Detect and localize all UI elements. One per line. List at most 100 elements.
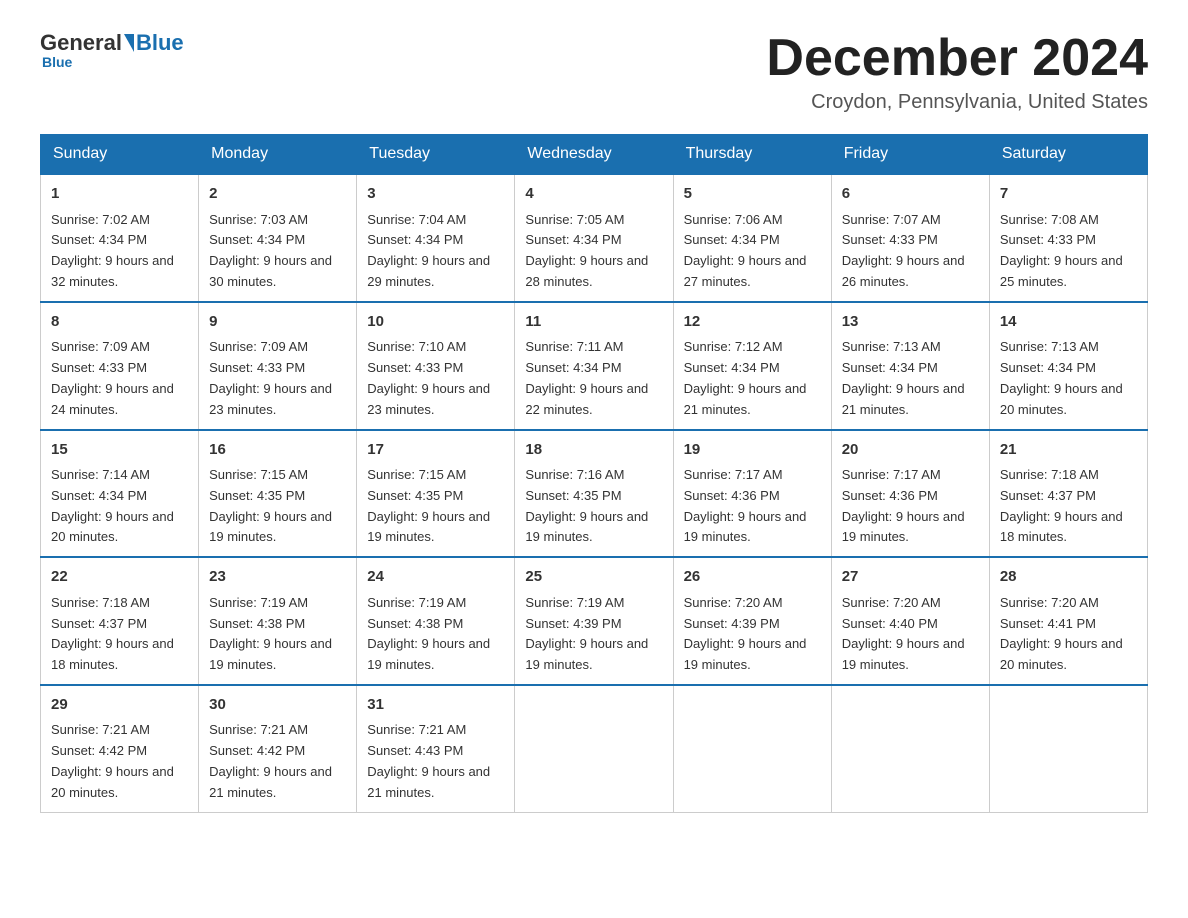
sunrise-label: Sunrise: 7:10 AM (367, 339, 466, 354)
week-row-4: 22 Sunrise: 7:18 AM Sunset: 4:37 PM Dayl… (41, 557, 1148, 685)
day-info: Sunrise: 7:15 AM Sunset: 4:35 PM Dayligh… (209, 465, 346, 548)
daylight-label: Daylight: 9 hours and 28 minutes. (525, 253, 648, 289)
calendar-cell: 15 Sunrise: 7:14 AM Sunset: 4:34 PM Dayl… (41, 430, 199, 558)
day-info: Sunrise: 7:03 AM Sunset: 4:34 PM Dayligh… (209, 210, 346, 293)
calendar-cell: 8 Sunrise: 7:09 AM Sunset: 4:33 PM Dayli… (41, 302, 199, 430)
calendar-cell: 9 Sunrise: 7:09 AM Sunset: 4:33 PM Dayli… (199, 302, 357, 430)
calendar-cell: 2 Sunrise: 7:03 AM Sunset: 4:34 PM Dayli… (199, 174, 357, 302)
sunrise-label: Sunrise: 7:15 AM (367, 467, 466, 482)
calendar-cell: 13 Sunrise: 7:13 AM Sunset: 4:34 PM Dayl… (831, 302, 989, 430)
sunset-label: Sunset: 4:39 PM (525, 616, 621, 631)
calendar-cell: 24 Sunrise: 7:19 AM Sunset: 4:38 PM Dayl… (357, 557, 515, 685)
day-number: 15 (51, 439, 188, 462)
sunset-label: Sunset: 4:37 PM (51, 616, 147, 631)
sunset-label: Sunset: 4:34 PM (525, 360, 621, 375)
day-info: Sunrise: 7:05 AM Sunset: 4:34 PM Dayligh… (525, 210, 662, 293)
day-info: Sunrise: 7:19 AM Sunset: 4:38 PM Dayligh… (367, 593, 504, 676)
day-info: Sunrise: 7:14 AM Sunset: 4:34 PM Dayligh… (51, 465, 188, 548)
calendar-cell: 20 Sunrise: 7:17 AM Sunset: 4:36 PM Dayl… (831, 430, 989, 558)
logo-general-text: General (40, 30, 122, 56)
calendar-cell: 3 Sunrise: 7:04 AM Sunset: 4:34 PM Dayli… (357, 174, 515, 302)
day-number: 11 (525, 311, 662, 334)
day-number: 18 (525, 439, 662, 462)
sunrise-label: Sunrise: 7:16 AM (525, 467, 624, 482)
sunrise-label: Sunrise: 7:08 AM (1000, 212, 1099, 227)
calendar-cell (515, 685, 673, 812)
day-number: 24 (367, 566, 504, 589)
sunrise-label: Sunrise: 7:07 AM (842, 212, 941, 227)
calendar-cell (989, 685, 1147, 812)
day-info: Sunrise: 7:09 AM Sunset: 4:33 PM Dayligh… (51, 337, 188, 420)
sunrise-label: Sunrise: 7:20 AM (684, 595, 783, 610)
calendar-cell: 25 Sunrise: 7:19 AM Sunset: 4:39 PM Dayl… (515, 557, 673, 685)
sunrise-label: Sunrise: 7:20 AM (842, 595, 941, 610)
sunrise-label: Sunrise: 7:11 AM (525, 339, 623, 354)
calendar-cell: 31 Sunrise: 7:21 AM Sunset: 4:43 PM Dayl… (357, 685, 515, 812)
sunset-label: Sunset: 4:34 PM (525, 232, 621, 247)
daylight-label: Daylight: 9 hours and 19 minutes. (525, 636, 648, 672)
daylight-label: Daylight: 9 hours and 30 minutes. (209, 253, 332, 289)
daylight-label: Daylight: 9 hours and 32 minutes. (51, 253, 174, 289)
title-area: December 2024 Croydon, Pennsylvania, Uni… (766, 30, 1148, 114)
sunset-label: Sunset: 4:35 PM (525, 488, 621, 503)
sunrise-label: Sunrise: 7:19 AM (209, 595, 308, 610)
day-info: Sunrise: 7:11 AM Sunset: 4:34 PM Dayligh… (525, 337, 662, 420)
sunrise-label: Sunrise: 7:20 AM (1000, 595, 1099, 610)
header-wednesday: Wednesday (515, 135, 673, 175)
page-header: General Blue Blue December 2024 Croydon,… (40, 30, 1148, 114)
day-number: 27 (842, 566, 979, 589)
sunrise-label: Sunrise: 7:21 AM (367, 722, 466, 737)
sunrise-label: Sunrise: 7:09 AM (51, 339, 150, 354)
calendar-cell: 14 Sunrise: 7:13 AM Sunset: 4:34 PM Dayl… (989, 302, 1147, 430)
daylight-label: Daylight: 9 hours and 26 minutes. (842, 253, 965, 289)
sunrise-label: Sunrise: 7:17 AM (842, 467, 941, 482)
calendar-cell: 6 Sunrise: 7:07 AM Sunset: 4:33 PM Dayli… (831, 174, 989, 302)
daylight-label: Daylight: 9 hours and 19 minutes. (367, 636, 490, 672)
day-info: Sunrise: 7:06 AM Sunset: 4:34 PM Dayligh… (684, 210, 821, 293)
daylight-label: Daylight: 9 hours and 29 minutes. (367, 253, 490, 289)
day-number: 2 (209, 183, 346, 206)
sunset-label: Sunset: 4:34 PM (1000, 360, 1096, 375)
daylight-label: Daylight: 9 hours and 21 minutes. (842, 381, 965, 417)
sunset-label: Sunset: 4:36 PM (684, 488, 780, 503)
day-number: 23 (209, 566, 346, 589)
sunrise-label: Sunrise: 7:12 AM (684, 339, 783, 354)
day-number: 10 (367, 311, 504, 334)
sunset-label: Sunset: 4:35 PM (367, 488, 463, 503)
header-friday: Friday (831, 135, 989, 175)
sunrise-label: Sunrise: 7:09 AM (209, 339, 308, 354)
calendar-cell: 22 Sunrise: 7:18 AM Sunset: 4:37 PM Dayl… (41, 557, 199, 685)
header-sunday: Sunday (41, 135, 199, 175)
calendar-cell (673, 685, 831, 812)
sunset-label: Sunset: 4:42 PM (209, 743, 305, 758)
day-number: 20 (842, 439, 979, 462)
day-number: 4 (525, 183, 662, 206)
daylight-label: Daylight: 9 hours and 27 minutes. (684, 253, 807, 289)
day-info: Sunrise: 7:20 AM Sunset: 4:40 PM Dayligh… (842, 593, 979, 676)
sunset-label: Sunset: 4:34 PM (367, 232, 463, 247)
calendar-cell: 18 Sunrise: 7:16 AM Sunset: 4:35 PM Dayl… (515, 430, 673, 558)
month-title: December 2024 (766, 30, 1148, 87)
day-info: Sunrise: 7:16 AM Sunset: 4:35 PM Dayligh… (525, 465, 662, 548)
day-number: 8 (51, 311, 188, 334)
header-tuesday: Tuesday (357, 135, 515, 175)
sunset-label: Sunset: 4:34 PM (51, 232, 147, 247)
week-row-1: 1 Sunrise: 7:02 AM Sunset: 4:34 PM Dayli… (41, 174, 1148, 302)
daylight-label: Daylight: 9 hours and 19 minutes. (525, 509, 648, 545)
daylight-label: Daylight: 9 hours and 22 minutes. (525, 381, 648, 417)
daylight-label: Daylight: 9 hours and 23 minutes. (209, 381, 332, 417)
calendar-cell: 4 Sunrise: 7:05 AM Sunset: 4:34 PM Dayli… (515, 174, 673, 302)
day-number: 22 (51, 566, 188, 589)
calendar-cell: 21 Sunrise: 7:18 AM Sunset: 4:37 PM Dayl… (989, 430, 1147, 558)
day-info: Sunrise: 7:21 AM Sunset: 4:43 PM Dayligh… (367, 720, 504, 803)
daylight-label: Daylight: 9 hours and 21 minutes. (684, 381, 807, 417)
day-number: 13 (842, 311, 979, 334)
day-number: 28 (1000, 566, 1137, 589)
header-monday: Monday (199, 135, 357, 175)
day-number: 26 (684, 566, 821, 589)
daylight-label: Daylight: 9 hours and 18 minutes. (1000, 509, 1123, 545)
calendar-cell: 11 Sunrise: 7:11 AM Sunset: 4:34 PM Dayl… (515, 302, 673, 430)
sunrise-label: Sunrise: 7:19 AM (367, 595, 466, 610)
day-info: Sunrise: 7:07 AM Sunset: 4:33 PM Dayligh… (842, 210, 979, 293)
day-info: Sunrise: 7:20 AM Sunset: 4:41 PM Dayligh… (1000, 593, 1137, 676)
